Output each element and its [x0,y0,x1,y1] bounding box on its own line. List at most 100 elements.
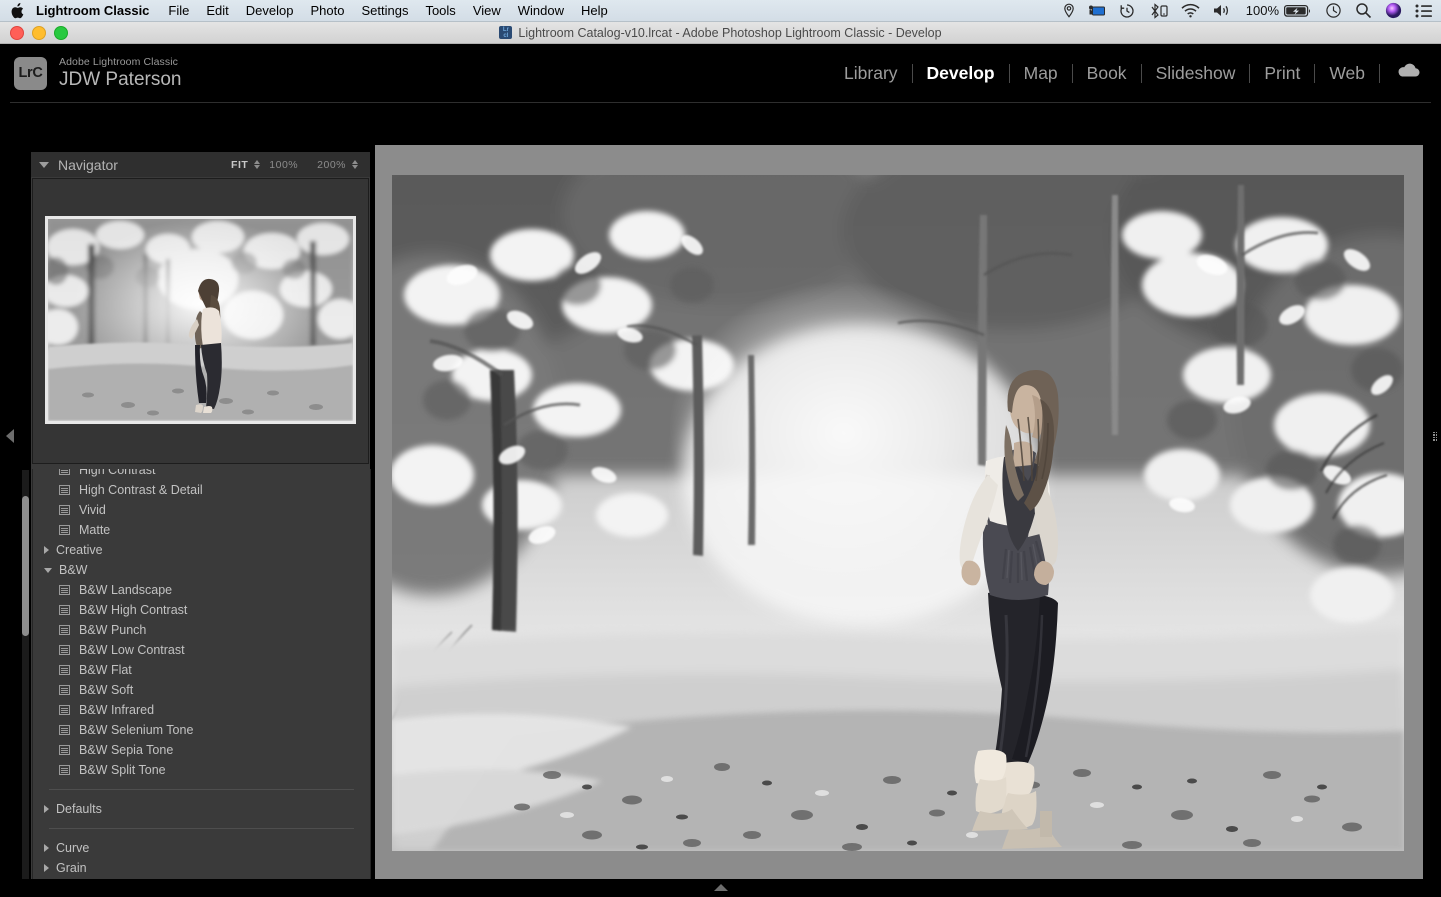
preset-group-defaults[interactable]: Defaults [33,799,370,819]
preset-row-bw-flat[interactable]: B&W Flat [33,660,370,680]
preset-group-creative[interactable]: Creative [33,540,370,560]
chevron-down-icon[interactable] [44,567,52,573]
control-center-icon[interactable] [1415,4,1433,18]
header-divider [10,102,1431,103]
chevron-right-icon[interactable] [44,864,49,872]
module-book[interactable]: Book [1073,63,1141,84]
preset-row-bw-low-contrast[interactable]: B&W Low Contrast [33,640,370,660]
window-controls [10,22,68,44]
battery-charging-icon[interactable] [1284,4,1312,18]
navigator-zoom-controls: FIT 100% 200% [231,159,362,171]
preset-row-bw-soft[interactable]: B&W Soft [33,680,370,700]
preset-row-clipped[interactable]: High Contrast [33,469,370,480]
window-title-text: Lightroom Catalog-v10.lrcat - Adobe Phot… [518,25,942,40]
module-web[interactable]: Web [1315,63,1379,84]
module-print[interactable]: Print [1250,63,1314,84]
navigator-panel-header[interactable]: Navigator FIT 100% 200% [31,152,370,177]
zoom-100-button[interactable]: 100% [269,159,298,171]
zoom-fit-button[interactable]: FIT [231,159,248,171]
menu-item-window[interactable]: Window [518,3,564,18]
menu-item-edit[interactable]: Edit [206,3,228,18]
menu-item-settings[interactable]: Settings [361,3,408,18]
time-machine-icon[interactable] [1119,3,1135,19]
preset-group-label: Defaults [56,802,102,816]
preset-label: Vivid [79,503,106,517]
identity-plate[interactable]: LrC Adobe Lightroom Classic JDW Paterson [0,56,181,91]
preset-row-bw-infrared[interactable]: B&W Infrared [33,700,370,720]
preset-row-bw-high-contrast[interactable]: B&W High Contrast [33,600,370,620]
preset-icon [59,505,70,515]
lightroom-window: LrC Adobe Lightroom Classic JDW Paterson… [0,44,1441,895]
preset-row-bw-selenium-tone[interactable]: B&W Selenium Tone [33,720,370,740]
collapse-right-panel-handle[interactable] [1425,426,1441,446]
preset-label: B&W Soft [79,683,134,697]
menu-item-develop[interactable]: Develop [246,3,294,18]
preset-group-label: Creative [56,543,103,557]
module-library[interactable]: Library [830,63,912,84]
menu-item-view[interactable]: View [473,3,501,18]
menu-item-tools[interactable]: Tools [425,3,455,18]
module-map[interactable]: Map [1010,63,1072,84]
preset-label: B&W Low Contrast [79,643,185,657]
preset-label: B&W Landscape [79,583,173,597]
presets-panel: High Contrast High Contrast & Detail Viv… [32,469,371,882]
apple-icon[interactable] [10,2,24,19]
preset-icon [59,525,70,535]
module-develop[interactable]: Develop [913,63,1009,84]
preset-row-high-contrast-detail[interactable]: High Contrast & Detail [33,480,370,500]
menu-item-help[interactable]: Help [581,3,608,18]
screen-sharing-icon[interactable] [1088,3,1106,18]
spotlight-search-icon[interactable] [1355,2,1372,19]
lrc-badge-icon: LrC [14,56,47,90]
preset-label: B&W High Contrast [79,603,188,617]
preset-row-bw-landscape[interactable]: B&W Landscape [33,580,370,600]
wifi-icon[interactable] [1181,3,1200,18]
chevron-right-icon[interactable] [44,844,49,852]
preset-group-bw[interactable]: B&W [33,560,370,580]
preset-row-bw-punch[interactable]: B&W Punch [33,620,370,640]
preset-icon [59,625,70,635]
preset-label: B&W Selenium Tone [79,723,194,737]
chevron-right-icon[interactable] [44,805,49,813]
module-slideshow[interactable]: Slideshow [1142,63,1250,84]
preset-icon [59,765,70,775]
menu-item-photo[interactable]: Photo [310,3,344,18]
presets-divider [49,828,354,829]
module-separator [1379,63,1380,83]
navigator-thumbnail[interactable] [45,216,356,424]
siri-icon[interactable] [1385,2,1402,19]
zoom-200-stepper[interactable] [352,160,358,169]
left-panel-scrollbar-thumb[interactable] [22,496,29,636]
clock-icon[interactable] [1325,2,1342,19]
location-icon[interactable] [1062,3,1076,19]
preset-group-grain[interactable]: Grain [33,858,370,878]
close-window-button[interactable] [10,26,24,40]
preset-label: B&W Punch [79,623,147,637]
preset-label: High Contrast & Detail [79,483,203,497]
minimize-window-button[interactable] [32,26,46,40]
zoom-200-button[interactable]: 200% [317,159,346,171]
bluetooth-icon[interactable] [1148,2,1168,19]
chevron-right-icon[interactable] [44,546,49,554]
develop-photo[interactable] [392,175,1404,851]
menu-item-file[interactable]: File [168,3,189,18]
lightroom-header: LrC Adobe Lightroom Classic JDW Paterson… [0,44,1441,102]
zoom-window-button[interactable] [54,26,68,40]
cloud-sync-icon[interactable] [1396,63,1421,84]
presets-divider [49,789,354,790]
preset-row-vivid[interactable]: Vivid [33,500,370,520]
macos-menu-bar: Lightroom Classic File Edit Develop Phot… [0,0,1441,22]
preset-icon [59,685,70,695]
preset-row-matte[interactable]: Matte [33,520,370,540]
preset-group-curve[interactable]: Curve [33,838,370,858]
menu-app-name[interactable]: Lightroom Classic [36,3,149,18]
preset-icon [59,605,70,615]
preset-row-bw-sepia-tone[interactable]: B&W Sepia Tone [33,740,370,760]
identity-line1: Adobe Lightroom Classic [59,55,179,68]
zoom-fit-stepper[interactable] [254,160,261,169]
preset-row-bw-split-tone[interactable]: B&W Split Tone [33,760,370,780]
collapse-left-panel-arrow[interactable] [0,426,20,446]
volume-icon[interactable] [1213,3,1230,18]
collapse-filmstrip-arrow[interactable] [711,877,731,897]
chevron-down-icon[interactable] [39,161,49,168]
